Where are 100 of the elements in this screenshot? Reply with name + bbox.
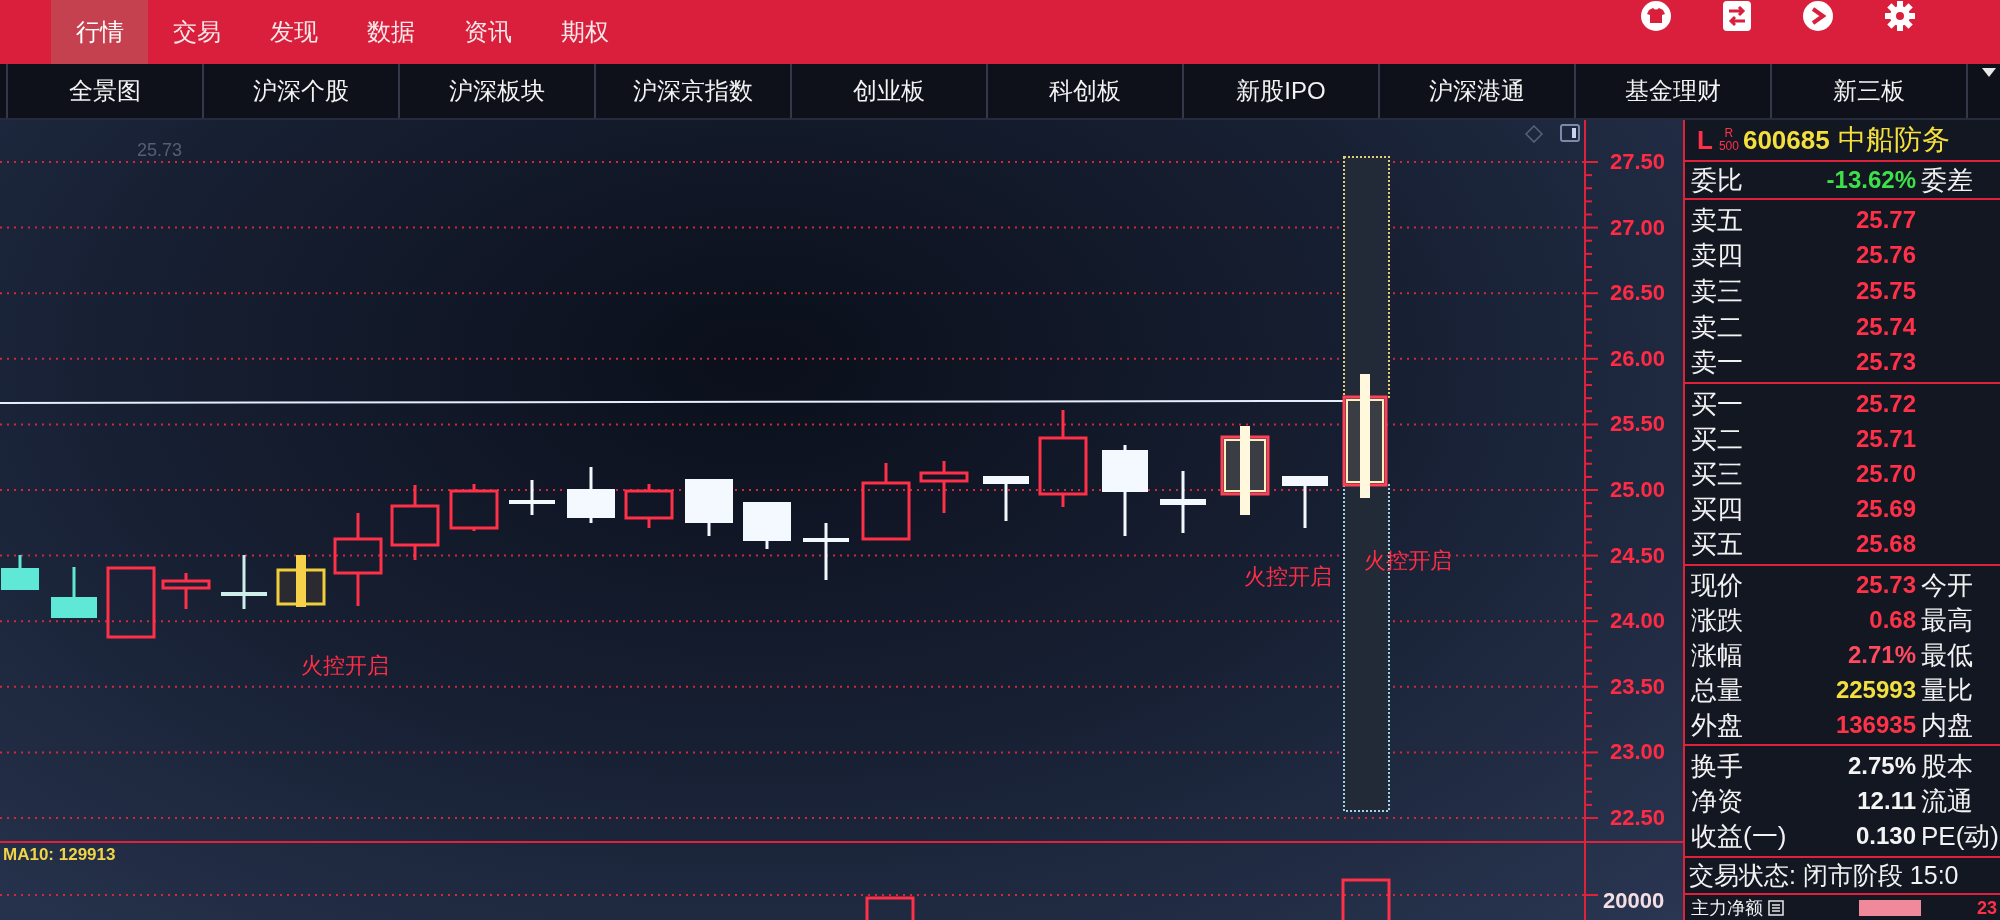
quote-label: 今开 [1921,572,1973,599]
quote-value: 25.75 [1855,279,1916,303]
axis-label: 27.00 [1610,216,1666,239]
quote-label: 买二 [1691,425,1743,452]
settings-icon[interactable] [1885,1,1915,31]
flow-label: 主力净额 [1691,898,1763,917]
quote-label: 股本 [1921,752,1973,779]
axis-label: 27.50 [1610,151,1666,173]
quote-value: 225993 [1835,677,1916,702]
nav-tab[interactable]: 创业板 [790,64,986,118]
quote-value: -13.62% [1826,168,1916,192]
quote-label: 委比 [1691,167,1743,193]
nav-tab[interactable]: 基金理财 [1574,64,1770,118]
diamond-icon[interactable] [1525,125,1543,143]
menu-tab[interactable]: 发现 [245,0,342,64]
quote-value: 2.75% [1847,753,1916,778]
swap-icon[interactable] [1723,1,1751,31]
nav-tab[interactable]: 沪深京指数 [594,64,790,118]
quote-label: 量比 [1921,676,1973,703]
panel-icon[interactable] [1560,124,1580,142]
nav-tab[interactable]: 沪深个股 [202,64,398,118]
candlestick [51,567,97,618]
annotation-label: 火控开启 [1364,550,1452,572]
quote-value: 2.71% [1847,643,1916,667]
axis-label: 26.50 [1610,282,1666,305]
chevron-icon[interactable] [1803,1,1833,31]
quote-label: 委差 [1921,167,1973,193]
nav-tab[interactable]: 科创板 [986,64,1182,118]
quote-label: 涨幅 [1691,642,1743,668]
quote-label: 流通 [1921,788,1973,814]
stock-code: 600685 [1742,127,1830,153]
quote-label: 现价 [1691,572,1743,599]
axis-label: 22.50 [1610,807,1666,829]
quote-label: 卖三 [1691,278,1743,304]
quote-value: 25.73 [1855,350,1916,375]
candlestick [624,484,674,528]
candlestick [161,573,211,609]
quote-label: 涨跌 [1691,607,1743,634]
volume-bar [1341,878,1391,920]
nav-tab[interactable]: 全景图 [6,64,202,118]
menu-tab[interactable]: 交易 [148,0,245,64]
flow-value: 23 [1976,898,1997,917]
axis-label: 20000 [1603,890,1665,912]
caret-icon[interactable] [1982,68,1996,77]
quote-value: 25.77 [1855,207,1916,232]
list-icon[interactable] [1768,899,1784,916]
quote-label: 卖一 [1691,349,1743,376]
quote-label: 净资 [1691,788,1743,814]
candlestick [685,479,733,536]
quote-label: 买四 [1691,496,1743,523]
quote-value: 25.69 [1855,497,1916,522]
axis-label: 25.50 [1610,413,1666,436]
candlestick [803,523,849,580]
quote-value: 12.11 [1857,789,1916,813]
quote-label: PE(动) [1921,823,1999,850]
quote-label: 卖五 [1691,206,1743,233]
annotation-label: 火控开启 [301,655,389,677]
nav-tab[interactable]: 沪深板块 [398,64,594,118]
candlestick [1,555,39,590]
quote-value: 0.130 [1855,824,1916,849]
axis-label: 26.00 [1610,347,1666,370]
quote-value: 25.70 [1855,462,1916,486]
stock-tag: 500 [1718,140,1739,153]
quote-value: 25.68 [1855,532,1916,557]
quote-value: 25.72 [1855,391,1916,416]
candlestick [509,480,555,515]
indicator-value: MA10: 129913 [3,846,116,863]
quote-value: 136935 [1835,712,1916,737]
quote-label: 收益(一) [1691,823,1787,850]
stock-name: 中船防务 [1837,126,1950,154]
axis-label: 23.00 [1610,741,1666,764]
nav-tab[interactable]: 新股IPO [1182,64,1378,118]
quote-label: 买五 [1691,531,1743,558]
quote-value: 25.73 [1855,573,1916,598]
quote-label: 换手 [1691,752,1743,779]
nav-tab[interactable]: 沪深港通 [1378,64,1574,118]
candlestick [743,502,791,549]
quote-value: 0.68 [1869,608,1916,633]
quote-value: 25.76 [1855,243,1916,268]
candlestick [221,555,267,609]
menu-tab[interactable]: 资讯 [439,0,536,64]
menu-tab[interactable]: 期权 [536,0,633,64]
flow-bar [1858,899,1921,916]
quote-label: 卖二 [1691,313,1743,340]
quote-label: 外盘 [1691,711,1743,738]
candlestick [1282,476,1328,528]
menu-tab[interactable]: 数据 [342,0,439,64]
quote-label: 最高 [1921,607,1973,634]
quote-value: 25.71 [1855,426,1916,451]
quote-label: 卖四 [1691,242,1743,269]
shirt-icon[interactable] [1641,1,1671,31]
candlestick [276,555,326,607]
quote-label: 最低 [1921,642,1973,668]
market-tag: L [1697,127,1713,153]
quote-value: 25.74 [1855,314,1916,339]
candlestick [983,476,1029,521]
menu-tab[interactable]: 行情 [51,0,148,64]
stock-tag: R [1724,127,1734,140]
candlestick [919,461,969,513]
nav-tab[interactable]: 新三板 [1770,64,1966,118]
